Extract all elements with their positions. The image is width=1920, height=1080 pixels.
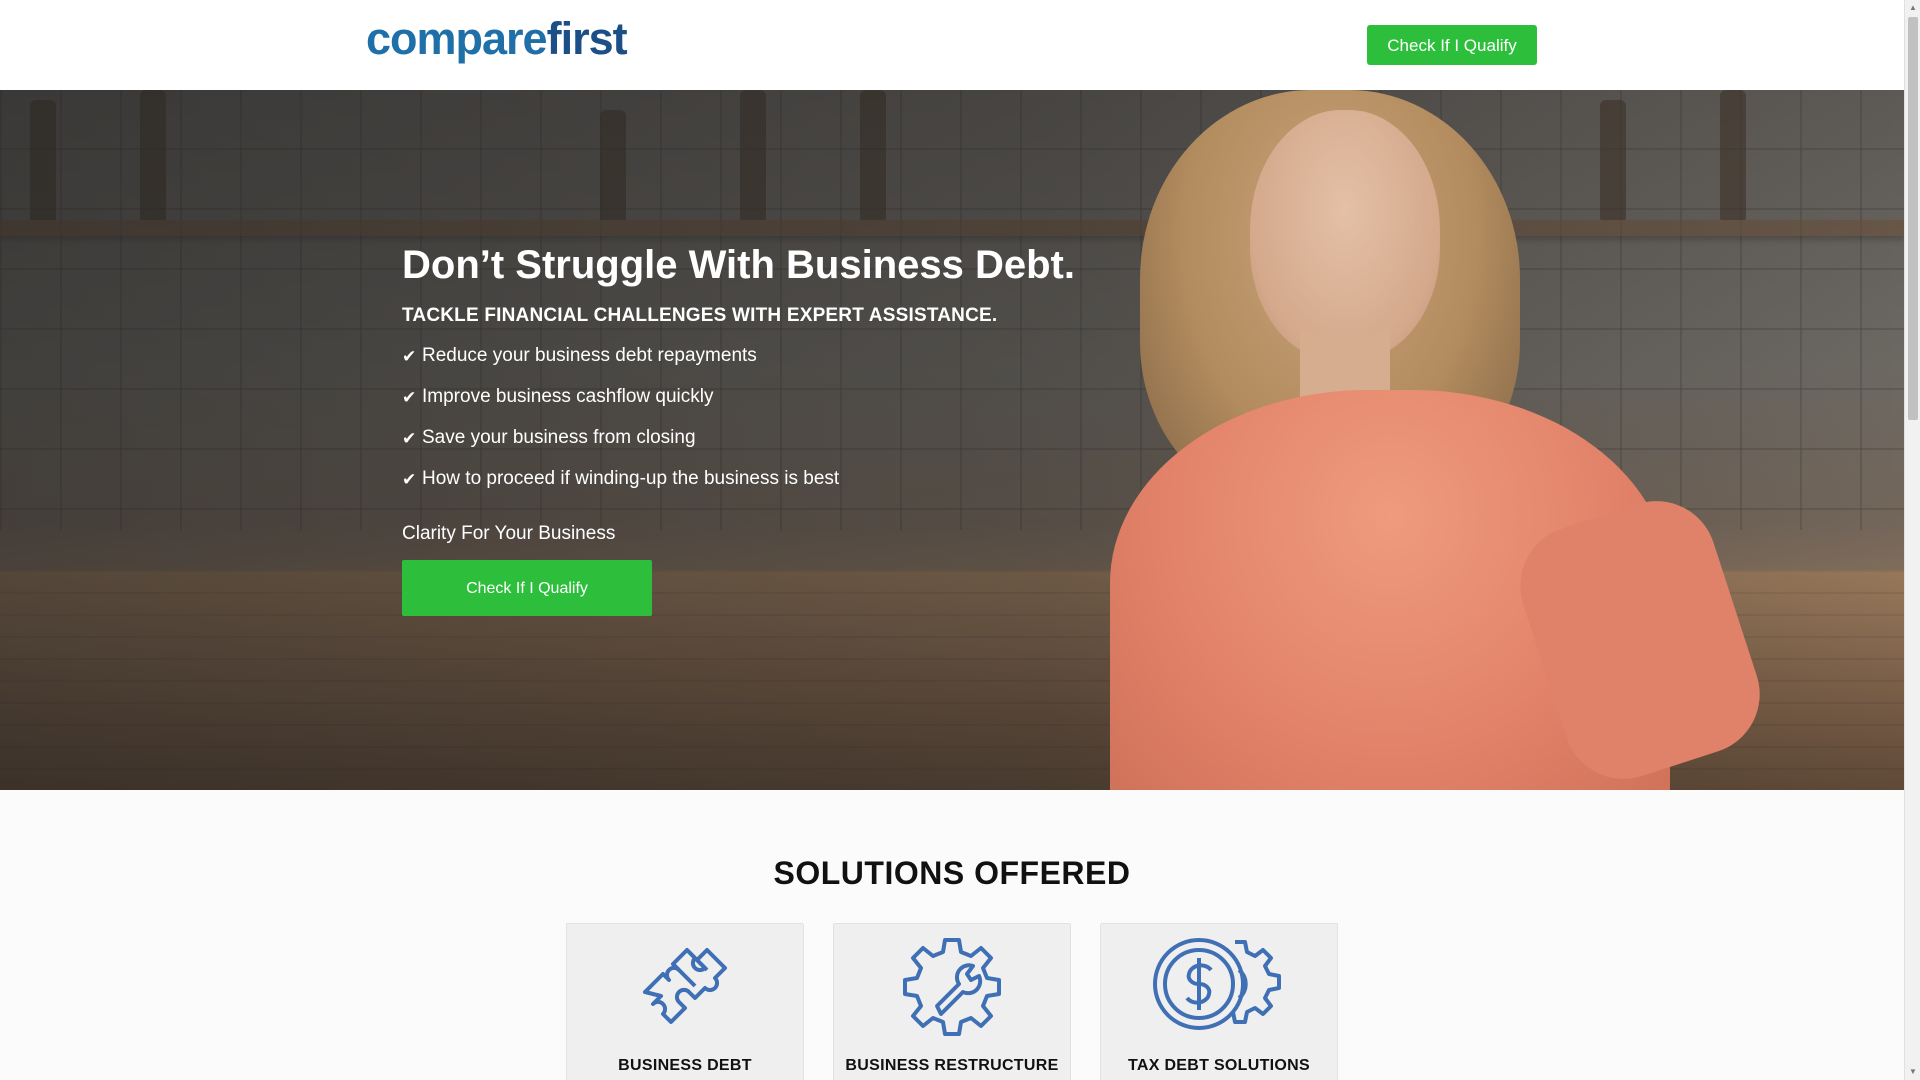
site-header: comparefirst Check If I Qualify (0, 0, 1904, 91)
solutions-title: SOLUTIONS OFFERED (773, 855, 1131, 891)
scroll-up-arrow-icon[interactable]: ▲ (1905, 0, 1920, 16)
gear-wrench-icon (834, 934, 1070, 1036)
benefit-item: ✔ Improve business cashflow quickly (402, 385, 1162, 426)
benefit-text: How to proceed if winding-up the busines… (422, 468, 840, 489)
landing-page: comparefirst Check If I Qualify Don’t St… (0, 0, 1904, 1080)
logo[interactable]: comparefirst (366, 13, 628, 64)
check-icon: ✔ (402, 347, 417, 366)
check-icon: ✔ (402, 388, 417, 407)
hero-title: Don’t Struggle With Business Debt. (402, 243, 1075, 287)
benefit-text: Improve business cashflow quickly (422, 386, 714, 407)
scrollbar-thumb[interactable] (1908, 17, 1918, 420)
logo-text-first: first (546, 13, 628, 64)
puzzle-icon (567, 934, 803, 1034)
hero-tagline: Clarity For Your Business (402, 523, 616, 544)
logo-text-compare: compare (366, 13, 548, 64)
vertical-scrollbar[interactable]: ▲ ▼ (1904, 0, 1920, 1080)
solution-card-business-debt[interactable]: BUSINESS DEBT SOLUTIONS (566, 923, 804, 1080)
dollar-gear-icon (1101, 934, 1337, 1034)
header-check-qualify-button[interactable]: Check If I Qualify (1367, 25, 1537, 65)
benefit-text: Save your business from closing (422, 427, 696, 448)
benefit-item: ✔ How to proceed if winding-up the busin… (402, 467, 1162, 508)
hero-check-qualify-button[interactable]: Check If I Qualify (402, 560, 652, 616)
solution-card-label: TAX DEBT SOLUTIONS (1128, 1057, 1310, 1074)
hero-subtitle: TACKLE FINANCIAL CHALLENGES WITH EXPERT … (402, 305, 998, 326)
solution-card-tax-debt[interactable]: TAX DEBT SOLUTIONS (1100, 923, 1338, 1080)
benefit-item: ✔ Reduce your business debt repayments (402, 344, 1162, 385)
solutions-section: SOLUTIONS OFFERED BUSINESS DEBT SOLUTION… (0, 790, 1904, 1080)
hero-content: Don’t Struggle With Business Debt. TACKL… (402, 240, 1162, 616)
check-icon: ✔ (402, 429, 417, 448)
scroll-down-arrow-icon[interactable]: ▼ (1905, 1064, 1920, 1080)
solution-card-label: BUSINESS DEBT SOLUTIONS (618, 1057, 752, 1080)
solution-card-label: BUSINESS RESTRUCTURE (845, 1057, 1059, 1074)
benefit-item: ✔ Save your business from closing (402, 426, 1162, 467)
hero-section: Don’t Struggle With Business Debt. TACKL… (0, 90, 1904, 790)
benefits-list: ✔ Reduce your business debt repayments ✔… (402, 344, 1162, 508)
solution-card-business-restructure[interactable]: BUSINESS RESTRUCTURE (833, 923, 1071, 1080)
check-icon: ✔ (402, 470, 417, 489)
hero-person-face (1250, 110, 1440, 360)
benefit-text: Reduce your business debt repayments (422, 345, 757, 366)
